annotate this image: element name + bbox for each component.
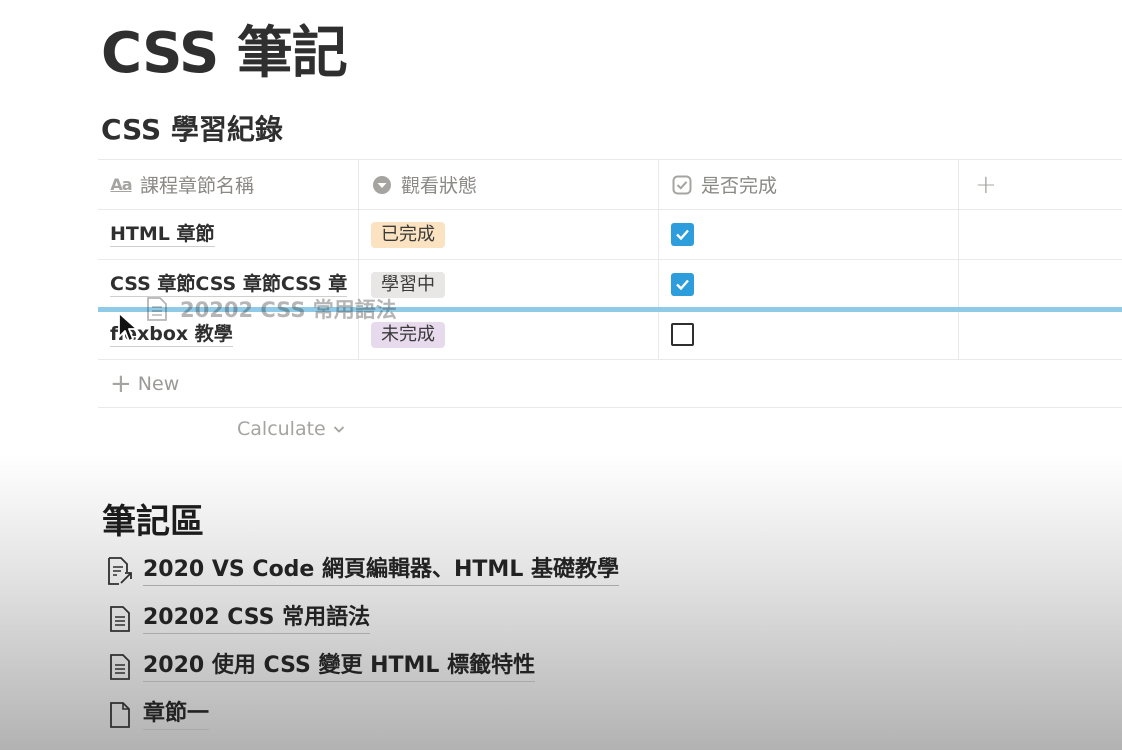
column-header-status[interactable]: 觀看狀態 [359,160,659,209]
note-link[interactable]: 2020 使用 CSS 變更 HTML 標籤特性 [106,651,536,682]
database-title[interactable]: CSS 學習紀錄 [101,108,283,148]
drag-ghost: 20202 CSS 常用語法 [143,294,397,324]
checkbox-property-icon [671,174,693,196]
notion-page: CSS 筆記 CSS 學習紀錄 Aa 課程章節名稱 觀看狀態 是否完成 + HT… [0,0,1122,750]
note-link-label[interactable]: 2020 VS Code 網頁編輯器、HTML 基礎教學 [143,555,619,586]
page-blank-icon [106,700,133,730]
chevron-down-icon [333,426,344,433]
new-row-label: New [137,372,180,395]
note-link[interactable]: 20202 CSS 常用語法 [106,603,371,634]
column-header-done[interactable]: 是否完成 [659,160,959,209]
select-property-icon [371,174,393,196]
page-link-icon [106,556,133,586]
calculate-label: Calculate [237,418,326,440]
text-property-icon: Aa [110,175,132,194]
row-empty-cell [959,310,1122,359]
done-checkbox[interactable] [671,273,694,296]
table-header-row: Aa 課程章節名稱 觀看狀態 是否完成 + [98,159,1122,210]
note-link-label[interactable]: 章節一 [143,699,210,730]
row-name-cell[interactable]: HTML 章節 [98,210,359,259]
new-row-button[interactable]: + New [98,360,1122,408]
column-header-label: 觀看狀態 [401,175,478,197]
done-checkbox[interactable] [671,223,694,246]
notes-heading[interactable]: 筆記區 [102,494,204,543]
note-link-label[interactable]: 2020 使用 CSS 變更 HTML 標籤特性 [143,651,536,682]
row-name[interactable]: HTML 章節 [110,222,215,247]
plus-icon: + [110,368,132,399]
note-link[interactable]: 章節一 [106,699,210,730]
status-tag[interactable]: 已完成 [371,221,445,248]
calculate-button[interactable]: Calculate [237,418,346,440]
note-link-label[interactable]: 20202 CSS 常用語法 [143,603,371,634]
check-icon [676,279,689,291]
column-header-label: 是否完成 [701,175,778,197]
row-status-cell[interactable]: 未完成 [359,310,659,359]
page-title[interactable]: CSS 筆記 [101,8,348,89]
status-tag[interactable]: 未完成 [371,321,445,348]
note-link[interactable]: 2020 VS Code 網頁編輯器、HTML 基礎教學 [106,555,619,586]
row-done-cell[interactable] [659,210,959,259]
row-done-cell[interactable] [659,310,959,359]
plus-icon: + [975,169,997,200]
mouse-cursor-icon [118,312,138,342]
column-header-label: 課程章節名稱 [140,175,255,197]
page-text-icon [106,652,133,682]
page-text-icon [106,604,133,634]
row-status-cell[interactable]: 已完成 [359,210,659,259]
check-icon [676,229,689,241]
add-column-button[interactable]: + [959,160,1122,209]
done-checkbox[interactable] [671,323,694,346]
drag-ghost-label: 20202 CSS 常用語法 [180,298,397,322]
column-header-name[interactable]: Aa 課程章節名稱 [98,160,359,209]
database-table: Aa 課程章節名稱 觀看狀態 是否完成 + HTML 章節 已完成 CSS 章節… [98,159,1122,408]
row-status-cell[interactable]: 學習中 [359,260,659,309]
row-done-cell[interactable] [659,260,959,309]
row-empty-cell [959,210,1122,259]
table-row[interactable]: HTML 章節 已完成 [98,210,1122,260]
row-empty-cell [959,260,1122,309]
page-text-icon [143,294,170,324]
